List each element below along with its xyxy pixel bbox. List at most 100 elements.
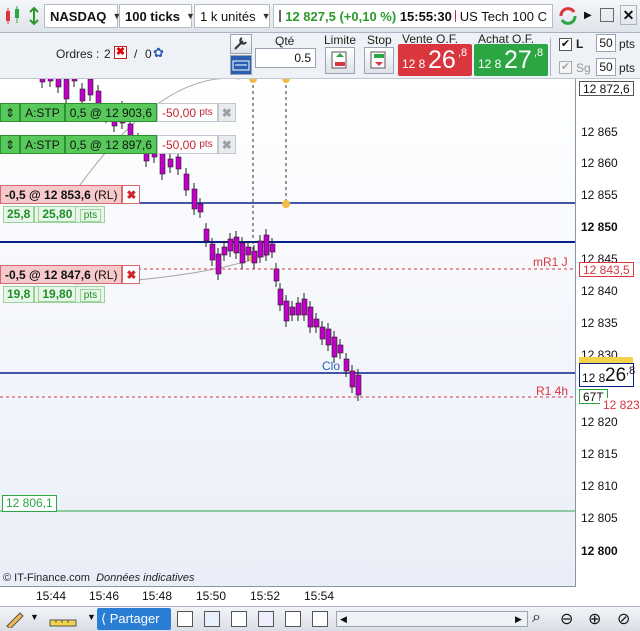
chart-footer: © IT-Finance.com Données indicatives xyxy=(3,572,195,584)
chevron-right-icon[interactable]: ▶ xyxy=(584,10,592,21)
drag-handle-3[interactable] xyxy=(282,200,290,208)
compare-icon[interactable] xyxy=(258,611,274,627)
sg-input[interactable]: 50 xyxy=(596,58,616,76)
chevron-down-icon[interactable]: ▼ xyxy=(30,612,39,622)
orders-count: 2 xyxy=(104,47,111,61)
draw-pencil-icon[interactable] xyxy=(4,610,26,630)
close-icon[interactable]: ✕ xyxy=(620,5,637,25)
price-axis[interactable]: 12 865 12 860 12 855 12 850 12 845 12 840 12 8… xyxy=(576,79,640,586)
chevron-down-icon[interactable]: ▼ xyxy=(87,612,96,622)
candlestick-series xyxy=(39,79,362,401)
candle-body xyxy=(233,236,240,254)
candle-body xyxy=(301,298,308,316)
limit-order-button[interactable] xyxy=(325,47,355,74)
sg-checkbox[interactable]: ✔ xyxy=(559,61,572,74)
gear-icon[interactable]: ✿ xyxy=(153,45,164,61)
candle-body xyxy=(183,173,190,191)
stop-order-label: A:STP xyxy=(20,135,65,154)
copy-icon[interactable] xyxy=(177,611,193,627)
cancel-stop-order-icon[interactable]: ✖ xyxy=(217,103,236,122)
time-axis-label: 15:48 xyxy=(142,589,173,603)
price-axis-label: 12 800 xyxy=(581,544,618,558)
product-name: US Tech 100 C xyxy=(459,8,547,24)
time-axis[interactable]: 15:44 15:46 15:48 15:50 15:52 15:54 xyxy=(0,586,576,606)
restore-window-icon[interactable] xyxy=(600,8,614,22)
candle-body xyxy=(197,203,204,213)
limit-label: Limite xyxy=(324,33,357,47)
sell-button[interactable]: 12 8 26 ,8 xyxy=(398,44,472,76)
price-axis-label: 12 860 xyxy=(581,156,618,170)
candle-body xyxy=(79,88,86,102)
pnl-points: 19,80 pts xyxy=(34,286,106,303)
zoom-out-icon[interactable]: ⊖ xyxy=(560,609,573,629)
cancel-orders-icon[interactable]: ✖ xyxy=(114,46,127,59)
candlestick-chart-icon[interactable] xyxy=(3,5,23,27)
drag-handle-1[interactable] xyxy=(249,79,257,83)
zoom-reset-icon[interactable]: ⊘ xyxy=(617,609,630,629)
settings-wrench-button[interactable] xyxy=(230,34,252,54)
instrument-select[interactable]: NASDAQ ▼ xyxy=(44,4,121,28)
pnl-points: 25,80 pts xyxy=(34,206,106,223)
alert-icon[interactable] xyxy=(285,611,301,627)
grid-icon[interactable] xyxy=(312,611,328,627)
stop-order-tag-1[interactable]: ⇕ A:STP 0,5 @ 12 903,6 -50,00 pts ✖ xyxy=(0,103,236,122)
refresh-icon[interactable] xyxy=(557,5,579,27)
candle-body xyxy=(175,156,182,170)
close-position-icon[interactable]: ✖ xyxy=(122,185,141,204)
ruler-icon[interactable] xyxy=(48,610,78,628)
candle-body xyxy=(269,243,276,253)
top-toolbar: NASDAQ ▼ 100 ticks ▼ 1 k unités ▼ 12 827… xyxy=(0,0,640,33)
stop-order-button[interactable] xyxy=(364,47,394,74)
l-input[interactable]: 50 xyxy=(596,34,616,52)
position-tag-1[interactable]: -0,5 @ 12 853,6 (RL) ✖ xyxy=(0,185,141,204)
pnl-value: 19,8 xyxy=(3,286,35,303)
l-checkbox[interactable]: ✔ xyxy=(559,38,572,51)
candle-body xyxy=(245,246,252,256)
units-select[interactable]: 1 k unités ▼ xyxy=(194,4,271,28)
candle-body xyxy=(239,242,246,264)
ticks-select[interactable]: 100 ticks ▼ xyxy=(119,4,195,28)
buy-button[interactable]: 12 8 27 ,8 xyxy=(474,44,548,76)
stop-order-tag-2[interactable]: ⇕ A:STP 0,5 @ 12 897,6 -50,00 pts ✖ xyxy=(0,135,236,154)
indicators-icon[interactable] xyxy=(231,611,247,627)
price-axis-label: 12 820 xyxy=(581,415,618,429)
scroll-left-icon[interactable]: ◀ xyxy=(340,614,347,625)
price-axis-label: 12 855 xyxy=(581,188,618,202)
drag-handle-2[interactable] xyxy=(282,79,290,83)
candle-body xyxy=(221,246,228,256)
zoom-in-icon[interactable]: ⊕ xyxy=(588,609,601,629)
candle-body xyxy=(39,79,46,83)
units-value: 1 k unités xyxy=(200,8,256,24)
scroll-right-icon[interactable]: ▶ xyxy=(515,614,522,625)
candle-body xyxy=(289,306,296,316)
candle-body xyxy=(263,234,270,256)
time-axis-label: 15:50 xyxy=(196,589,227,603)
candle-body xyxy=(227,238,234,252)
candle-body xyxy=(251,250,258,264)
close-position-icon[interactable]: ✖ xyxy=(122,265,141,284)
candle-body xyxy=(63,79,70,100)
r1-price-badge: 12 823,8 xyxy=(600,398,640,413)
zoom-fit-icon[interactable]: ⌕ xyxy=(532,609,541,627)
link-icon[interactable] xyxy=(26,5,42,27)
buy-price-prefix: 12 8 xyxy=(478,57,502,71)
price-chart[interactable]: ⇕ A:STP 0,5 @ 12 903,6 -50,00 pts ✖ ⇕ A:… xyxy=(0,79,576,586)
current-price-big: 26 xyxy=(605,365,627,386)
stop-label: Stop xyxy=(367,33,392,47)
candle-body xyxy=(215,253,222,275)
cancel-stop-order-icon[interactable]: ✖ xyxy=(217,135,236,154)
share-icon: ⟨ xyxy=(101,611,107,626)
panel-divider xyxy=(550,38,554,76)
share-label: Partager xyxy=(109,611,160,626)
qty-input[interactable]: 0.5 xyxy=(255,48,316,68)
position-label: -0,5 @ 12 847,6 (RL) xyxy=(0,265,123,284)
time-scrollbar[interactable]: ◀ ▶ xyxy=(336,611,528,627)
candle-body xyxy=(203,228,210,242)
template-icon[interactable] xyxy=(204,611,220,627)
quote-box: 12 827,5 (+0,10 %) 15:55:30 US Tech 100 … xyxy=(273,4,553,28)
position-tag-2[interactable]: -0,5 @ 12 847,6 (RL) ✖ xyxy=(0,265,141,284)
share-button[interactable]: ⟨ Partager xyxy=(97,608,171,630)
keyboard-icon[interactable] xyxy=(230,55,252,75)
candle-body xyxy=(325,328,332,346)
orders-separator: / xyxy=(134,47,138,61)
